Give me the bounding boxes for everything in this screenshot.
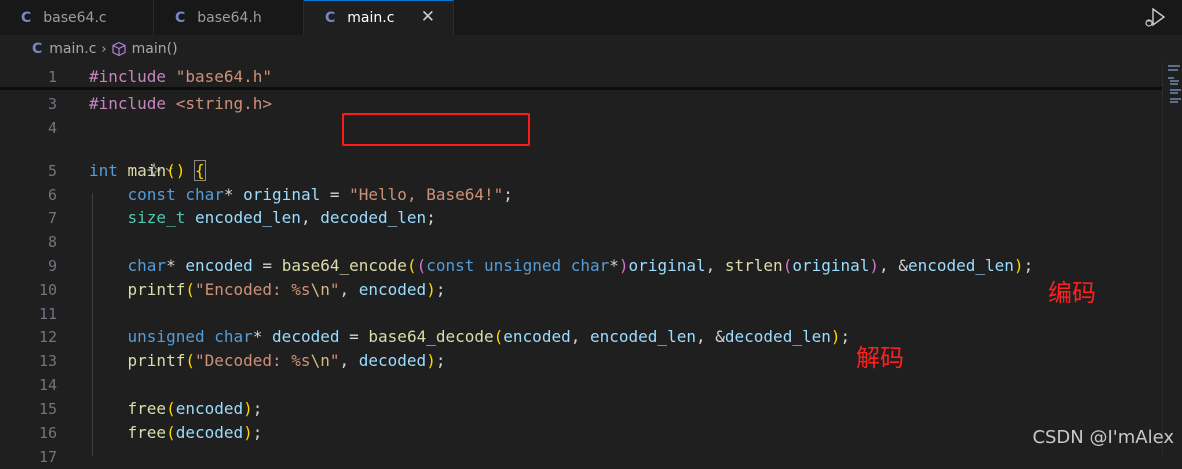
c-file-icon: C bbox=[175, 9, 186, 26]
run-debug-icon[interactable] bbox=[1144, 6, 1168, 28]
line-number: 9 bbox=[47, 257, 57, 275]
code-line-5: int main() { bbox=[89, 160, 206, 181]
line-number: 14 bbox=[38, 376, 57, 394]
codelens[interactable] bbox=[89, 137, 175, 178]
tab-label: base64.h bbox=[197, 9, 262, 26]
line-number: 3 bbox=[47, 95, 57, 113]
line-number: 12 bbox=[38, 328, 57, 346]
line-number: 16 bbox=[38, 424, 57, 442]
tab-label: main.c bbox=[347, 10, 395, 26]
line-number: 17 bbox=[38, 448, 57, 466]
code-line-7: size_t encoded_len, decoded_len; bbox=[127, 208, 436, 227]
line-number: 7 bbox=[47, 209, 57, 227]
code-line-3: #include <string.h> bbox=[89, 94, 273, 113]
line-number: 1 bbox=[47, 68, 57, 86]
tab-base64-h[interactable]: C base64.h bbox=[154, 0, 304, 35]
line-number: 10 bbox=[38, 281, 57, 299]
watermark: CSDN @I'mAlex bbox=[1032, 427, 1174, 448]
c-file-icon: C bbox=[325, 10, 336, 26]
c-file-icon: C bbox=[32, 41, 43, 57]
code-line-9: char* encoded = base64_encode((const uns… bbox=[127, 256, 1034, 275]
code-line-6: const char* original = "Hello, Base64!"; bbox=[127, 185, 513, 204]
breadcrumb: C main.c › main() bbox=[0, 35, 1182, 63]
line-number: 8 bbox=[47, 233, 57, 251]
close-icon[interactable]: ✕ bbox=[421, 7, 435, 27]
line-number: 11 bbox=[38, 305, 57, 323]
annotation-decode: 解码 bbox=[856, 344, 904, 372]
code-line-13: printf("Decoded: %s\n", decoded); bbox=[127, 351, 446, 370]
cube-icon bbox=[112, 41, 126, 57]
minimap[interactable] bbox=[1166, 63, 1182, 113]
c-file-icon: C bbox=[21, 9, 32, 26]
code-line-10: printf("Encoded: %s\n", encoded); bbox=[127, 280, 446, 299]
line-number: 5 bbox=[47, 162, 57, 180]
code-line-16: free(decoded); bbox=[127, 423, 263, 442]
line-number: 4 bbox=[47, 119, 57, 137]
code-editor[interactable]: 1 3 4 5 6 7 8 9 10 11 12 13 14 15 16 17 … bbox=[0, 63, 1162, 466]
editor-scrollbar[interactable] bbox=[1162, 63, 1163, 456]
code-line-15: free(encoded); bbox=[127, 399, 263, 418]
line-number: 15 bbox=[38, 400, 57, 418]
code-line-1: #include "base64.h" bbox=[89, 67, 273, 86]
code-line-12: unsigned char* decoded = base64_decode(e… bbox=[127, 327, 851, 346]
breadcrumb-file[interactable]: main.c bbox=[49, 41, 96, 57]
annotation-encode: 编码 bbox=[1048, 279, 1096, 307]
line-number: 6 bbox=[47, 186, 57, 204]
highlight-box bbox=[342, 113, 530, 146]
tab-main-c[interactable]: C main.c ✕ bbox=[304, 0, 454, 35]
tab-label: base64.c bbox=[43, 9, 107, 26]
line-number: 13 bbox=[38, 352, 57, 370]
breadcrumb-symbol[interactable]: main() bbox=[132, 41, 178, 57]
tab-base64-c[interactable]: C base64.c bbox=[0, 0, 154, 35]
chevron-right-icon: › bbox=[101, 41, 107, 57]
tab-bar: C base64.c C base64.h C main.c ✕ bbox=[0, 0, 1182, 35]
